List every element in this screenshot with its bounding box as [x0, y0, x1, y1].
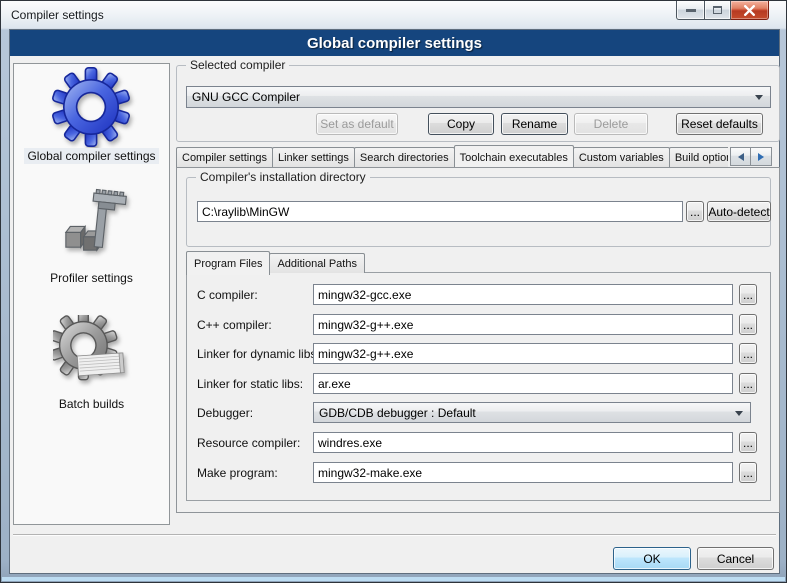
selected-compiler-group-label: Selected compiler — [186, 58, 289, 72]
copy-button[interactable]: Copy — [428, 113, 494, 135]
rename-button[interactable]: Rename — [501, 113, 568, 135]
sidebar-item-batch-builds[interactable]: Batch builds — [13, 397, 170, 411]
static-linker-input[interactable] — [313, 373, 733, 394]
dynamic-linker-label: Linker for dynamic libs: — [197, 347, 320, 361]
make-program-label: Make program: — [197, 466, 278, 480]
compiler-select[interactable]: GNU GCC Compiler — [186, 86, 771, 108]
gray-gear-stack-icon[interactable] — [53, 315, 129, 396]
tab-scroll-left-button[interactable] — [730, 147, 751, 166]
resource-compiler-browse-button[interactable]: ... — [739, 432, 757, 453]
installation-directory-group-label: Compiler's installation directory — [196, 170, 370, 184]
static-linker-browse-button[interactable]: ... — [739, 373, 757, 394]
chevron-down-icon — [755, 95, 763, 100]
cpp-compiler-label: C++ compiler: — [197, 318, 272, 332]
minimize-button[interactable] — [676, 1, 705, 20]
make-program-browse-button[interactable]: ... — [739, 462, 757, 483]
subtab-program-files[interactable]: Program Files — [186, 251, 270, 275]
c-compiler-label: C compiler: — [197, 288, 258, 302]
chevron-down-icon — [735, 411, 743, 416]
ok-button[interactable]: OK — [613, 547, 691, 570]
tab-compiler-settings[interactable]: Compiler settings — [176, 147, 273, 167]
resource-compiler-label: Resource compiler: — [197, 436, 300, 450]
minimize-icon — [686, 9, 696, 12]
caption-buttons — [676, 1, 769, 20]
subtab-additional-paths[interactable]: Additional Paths — [269, 253, 365, 273]
program-subtabs: Program Files Additional Paths — [186, 251, 364, 273]
c-compiler-input[interactable] — [313, 284, 733, 305]
c-compiler-browse-button[interactable]: ... — [739, 284, 757, 305]
cpp-compiler-input[interactable] — [313, 314, 733, 335]
cancel-button[interactable]: Cancel — [697, 547, 774, 570]
debugger-select-value: GDB/CDB debugger : Default — [319, 406, 476, 420]
window-bottom-edge — [2, 577, 785, 581]
tab-search-directories[interactable]: Search directories — [354, 147, 455, 167]
footer-separator — [13, 534, 776, 536]
maximize-icon — [713, 6, 722, 14]
settings-tabs: Compiler settings Linker settings Search… — [176, 145, 728, 167]
dynamic-linker-browse-button[interactable]: ... — [739, 343, 757, 364]
arrow-left-icon — [738, 153, 744, 161]
make-program-input[interactable] — [313, 462, 733, 483]
arrow-right-icon — [758, 153, 764, 161]
compiler-select-value: GNU GCC Compiler — [192, 90, 300, 104]
installation-directory-input[interactable] — [197, 201, 683, 222]
tab-scroll-right-button[interactable] — [751, 147, 772, 166]
page-header: Global compiler settings — [10, 30, 779, 56]
blue-gear-icon[interactable] — [51, 67, 131, 152]
compiler-settings-window: Compiler settings Global compiler settin… — [0, 0, 787, 583]
caliper-icon[interactable] — [54, 187, 128, 268]
title-bar[interactable]: Compiler settings — [1, 1, 786, 29]
tab-custom-variables[interactable]: Custom variables — [573, 147, 670, 167]
sidebar-item-global-compiler-settings[interactable]: Global compiler settings — [13, 149, 170, 163]
static-linker-label: Linker for static libs: — [197, 377, 303, 391]
debugger-select[interactable]: GDB/CDB debugger : Default — [313, 402, 751, 423]
dynamic-linker-input[interactable] — [313, 343, 733, 364]
tab-toolchain-executables[interactable]: Toolchain executables — [454, 145, 574, 167]
sidebar-item-profiler-settings[interactable]: Profiler settings — [13, 271, 170, 285]
debugger-label: Debugger: — [197, 406, 253, 420]
maximize-button[interactable] — [705, 1, 731, 20]
reset-defaults-button[interactable]: Reset defaults — [676, 113, 763, 135]
resource-compiler-input[interactable] — [313, 432, 733, 453]
tab-build-options[interactable]: Build options — [669, 147, 728, 167]
delete-button[interactable]: Delete — [574, 113, 648, 135]
window-title: Compiler settings — [11, 1, 104, 29]
tab-scroll-buttons — [730, 147, 772, 166]
tab-linker-settings[interactable]: Linker settings — [272, 147, 355, 167]
close-icon — [743, 5, 756, 16]
auto-detect-button[interactable]: Auto-detect — [707, 201, 771, 222]
page-title: Global compiler settings — [307, 35, 482, 52]
close-button[interactable] — [731, 1, 769, 20]
cpp-compiler-browse-button[interactable]: ... — [739, 314, 757, 335]
installation-directory-browse-button[interactable]: ... — [686, 201, 704, 222]
set-as-default-button[interactable]: Set as default — [316, 113, 398, 135]
